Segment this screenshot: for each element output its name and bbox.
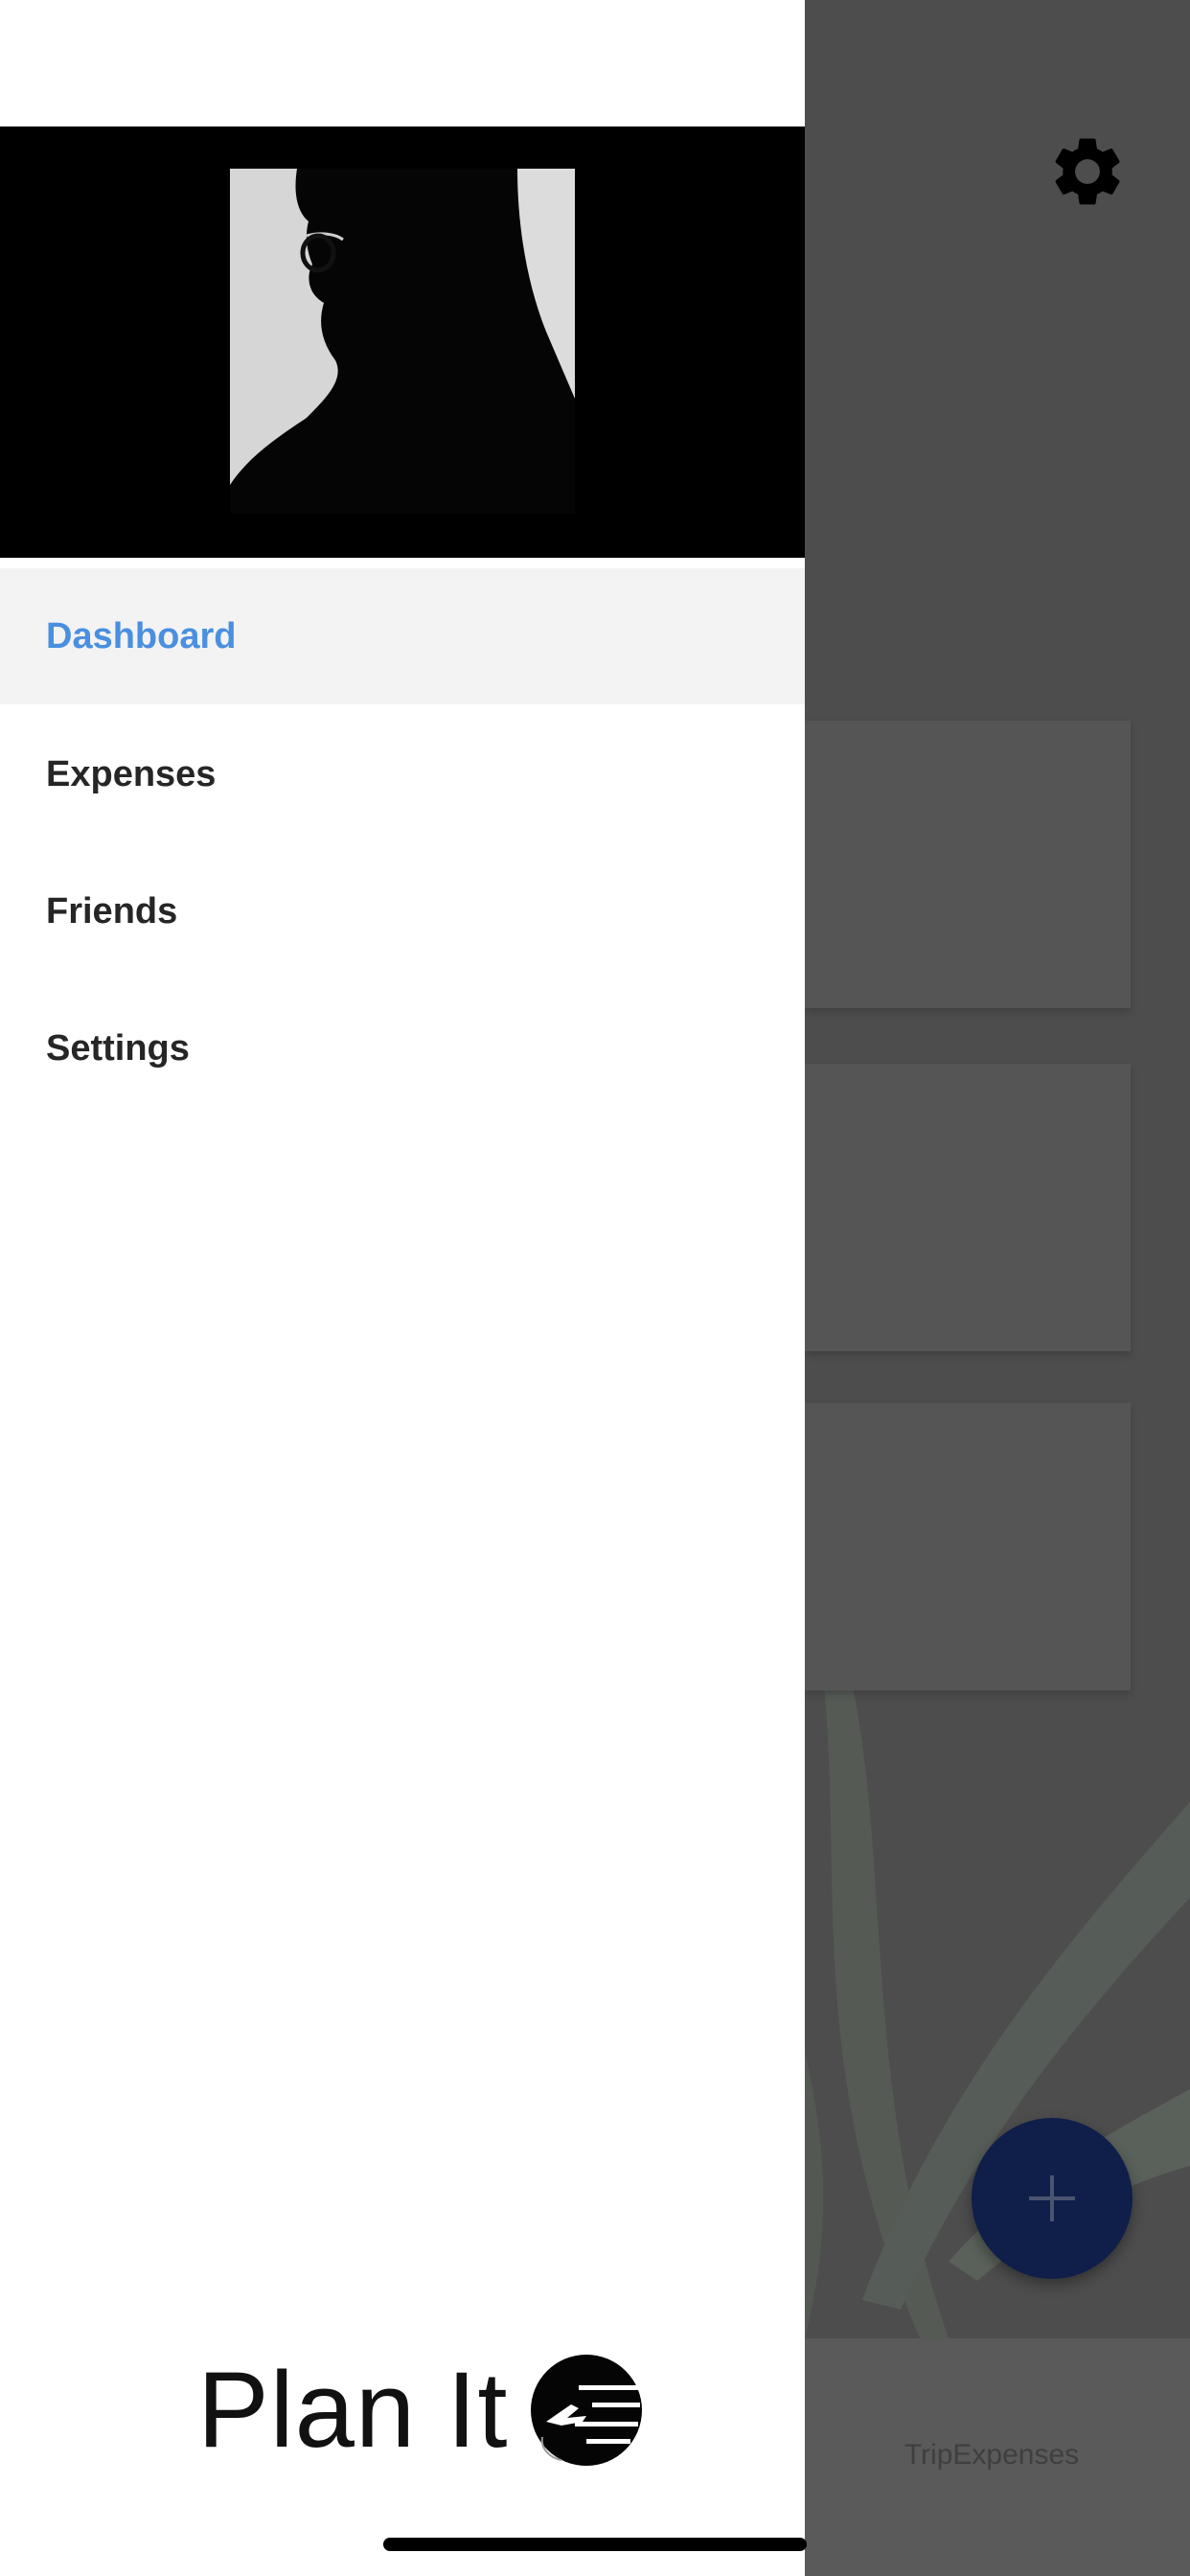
- drawer-item-label: Settings: [46, 1028, 190, 1069]
- tab-tripexpenses[interactable]: TripExpenses: [805, 2439, 1179, 2472]
- plus-icon: [1050, 2175, 1054, 2221]
- drawer-item-label: Friends: [46, 891, 178, 932]
- drawer-item-expenses[interactable]: Expenses: [0, 706, 805, 842]
- airplane-globe-icon: [531, 2355, 642, 2466]
- home-indicator[interactable]: [383, 2538, 807, 2551]
- brand-name: Plan It: [197, 2350, 509, 2470]
- drawer-item-label: Expenses: [46, 754, 217, 794]
- drawer-item-friends[interactable]: Friends: [0, 843, 805, 979]
- drawer-item-settings[interactable]: Settings: [0, 980, 805, 1116]
- drawer-item-label: Dashboard: [46, 616, 237, 656]
- dashboard-card[interactable]: [805, 1403, 1131, 1690]
- drawer-item-dashboard[interactable]: Dashboard: [0, 568, 805, 704]
- gear-icon[interactable]: [1046, 130, 1129, 213]
- navigation-drawer: Dashboard Expenses Friends Settings Plan…: [0, 0, 805, 2576]
- dashboard-card[interactable]: [805, 1064, 1131, 1351]
- dashboard-card[interactable]: [805, 721, 1131, 1008]
- profile-photo[interactable]: [230, 169, 575, 514]
